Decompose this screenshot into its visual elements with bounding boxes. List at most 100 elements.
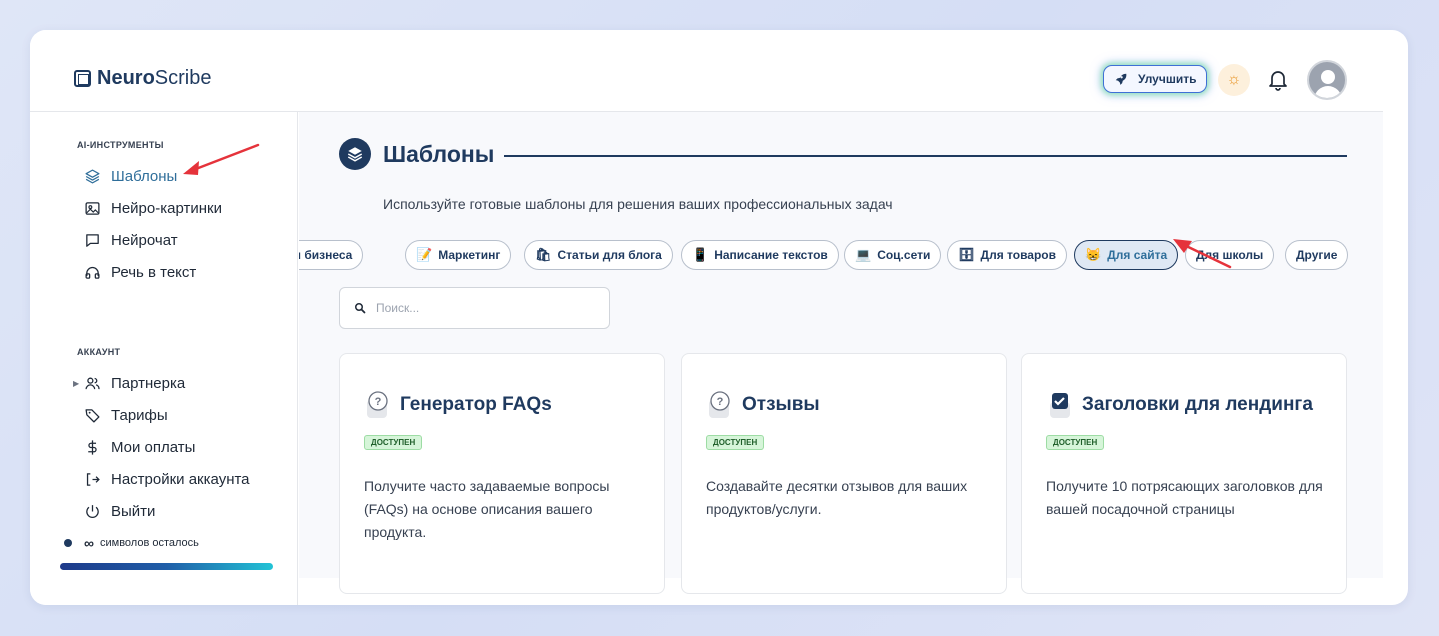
sidebar-item-account-settings[interactable]: Настройки аккаунта	[83, 470, 250, 488]
sun-icon: ☼	[1226, 71, 1242, 88]
card-description: Получите 10 потрясающих заголовков для в…	[1046, 478, 1323, 517]
chip-marketing[interactable]: 📝 Маркетинг	[405, 240, 512, 270]
avatar-icon	[1321, 70, 1335, 84]
card-title: Заголовки для лендинга	[1082, 394, 1313, 415]
category-chips: я бизнеса 📝 Маркетинг 🛍 Статьи для блога…	[299, 240, 1383, 272]
card-title-row: ? Отзывы	[706, 390, 820, 420]
chat-icon	[83, 231, 101, 249]
logo-icon	[74, 70, 91, 87]
sidebar-item-label: Речь в текст	[111, 263, 197, 281]
sidebar-item-label: Нейрочат	[111, 231, 178, 249]
chip-school[interactable]: Для школы	[1185, 240, 1275, 270]
top-bar: NeuroScribe Улучшить ☼	[30, 30, 1383, 112]
chip-label: Другие	[1296, 248, 1338, 262]
chip-label: Написание текстов	[714, 248, 828, 262]
card-description: Создавайте десятки отзывов для ваших про…	[706, 478, 968, 517]
upgrade-label: Улучшить	[1138, 72, 1197, 86]
chip-website[interactable]: 😸 Для сайта	[1074, 240, 1179, 270]
status-dot	[64, 539, 72, 547]
cabinet-icon: 🗄	[958, 247, 975, 262]
sidebar-item-templates[interactable]: Шаблоны	[83, 167, 177, 185]
caret-right-icon: ▶	[73, 378, 80, 388]
sidebar-item-tariffs[interactable]: Тарифы	[83, 406, 168, 424]
chip-other[interactable]: Другие	[1285, 240, 1349, 270]
shopping-bags-icon: 🛍	[535, 247, 552, 262]
search-box[interactable]	[339, 287, 610, 329]
section-title-tools: AI-ИНСТРУМЕНТЫ	[77, 140, 164, 150]
power-icon	[83, 502, 101, 520]
theme-toggle-button[interactable]: ☼	[1218, 64, 1250, 96]
chip-label: Маркетинг	[438, 248, 501, 262]
bell-icon	[1269, 71, 1287, 91]
chip-products[interactable]: 🗄 Для товаров	[947, 240, 1068, 270]
notifications-button[interactable]	[1266, 67, 1290, 93]
chars-remaining: ∞ символов осталось	[64, 535, 199, 551]
brand-name-strong: Neuro	[97, 67, 155, 89]
phone-icon: 📱	[692, 247, 709, 262]
chip-business[interactable]: я бизнеса	[299, 240, 364, 270]
status-badge: ДОСТУПЕН	[706, 435, 765, 450]
upgrade-button[interactable]: Улучшить	[1103, 65, 1208, 93]
template-card-landing-headlines[interactable]: Заголовки для лендинга ДОСТУПЕН Получите…	[1021, 353, 1347, 594]
sidebar-item-label: Мои оплаты	[111, 438, 196, 456]
chip-label: Для школы	[1196, 248, 1264, 262]
brand-name-light: Scribe	[154, 67, 212, 89]
chip-label: Для сайта	[1107, 248, 1168, 262]
image-icon	[83, 199, 101, 217]
chip-social[interactable]: 💻 Соц.сети	[844, 240, 942, 270]
page-header: Шаблоны	[339, 138, 1347, 170]
card-title: Генератор FAQs	[400, 394, 552, 415]
svg-text:?: ?	[717, 396, 724, 408]
chars-infinity: ∞	[84, 535, 94, 551]
svg-text:?: ?	[375, 396, 382, 408]
search-input[interactable]	[376, 301, 596, 315]
template-card-reviews[interactable]: ? Отзывы ДОСТУПЕН Создавайте десятки отз…	[681, 353, 1007, 594]
card-title: Отзывы	[742, 394, 820, 415]
sidebar-item-label: Настройки аккаунта	[111, 470, 250, 488]
rocket-icon	[1115, 73, 1127, 85]
cat-face-icon: 😸	[1085, 247, 1102, 262]
sidebar-item-label: Выйти	[111, 502, 156, 520]
section-title-account: АККАУНТ	[77, 347, 121, 357]
user-avatar[interactable]	[1307, 60, 1347, 100]
sidebar-item-payments[interactable]: Мои оплаты	[83, 438, 195, 456]
memo-icon: 📝	[416, 247, 433, 262]
page-title: Шаблоны	[383, 140, 495, 167]
chars-remaining-label: символов осталось	[99, 537, 199, 549]
sidebar-item-neuro-images[interactable]: Нейро-картинки	[83, 199, 222, 217]
chip-blog-articles[interactable]: 🛍 Статьи для блога	[524, 240, 673, 270]
sidebar-item-label: Тарифы	[111, 406, 168, 424]
users-icon	[83, 374, 101, 392]
sidebar-item-partners[interactable]: ▶ Партнерка	[73, 374, 186, 392]
chip-copywriting[interactable]: 📱 Написание текстов	[681, 240, 839, 270]
sidebar-item-speech-to-text[interactable]: Речь в текст	[83, 263, 196, 281]
dollar-icon	[83, 438, 101, 456]
sidebar-item-label: Нейро-картинки	[111, 199, 222, 217]
sidebar: AI-ИНСТРУМЕНТЫ Шаблоны Нейро-картинки Не…	[30, 112, 298, 605]
checkbox-icon	[1046, 390, 1074, 420]
sidebar-item-label: Партнерка	[111, 374, 186, 392]
headphones-icon	[83, 263, 101, 281]
avatar-body	[1314, 86, 1342, 98]
question-bubble-icon: ?	[364, 390, 392, 420]
sidebar-item-logout[interactable]: Выйти	[83, 502, 155, 520]
main-content: Шаблоны Используйте готовые шаблоны для …	[299, 112, 1383, 594]
app-window: NeuroScribe Улучшить ☼ AI-ИНСТРУМЕНТЫ Ша…	[30, 30, 1408, 605]
chip-label: я бизнеса	[299, 248, 353, 262]
card-title-row: Заголовки для лендинга	[1046, 390, 1313, 420]
sidebar-item-neurochat[interactable]: Нейрочат	[83, 231, 178, 249]
card-title-row: ? Генератор FAQs	[364, 390, 552, 420]
title-divider	[504, 155, 1347, 157]
chip-label: Соц.сети	[877, 248, 931, 262]
status-badge: ДОСТУПЕН	[364, 435, 423, 450]
chip-label: Статьи для блога	[557, 248, 662, 262]
status-badge: ДОСТУПЕН	[1046, 435, 1105, 450]
page-subtitle: Используйте готовые шаблоны для решения …	[383, 196, 893, 212]
login-icon	[83, 470, 101, 488]
template-card-faq[interactable]: ? Генератор FAQs ДОСТУПЕН Получите часто…	[339, 353, 665, 594]
logo[interactable]: NeuroScribe	[74, 67, 212, 90]
layers-icon	[83, 167, 101, 185]
question-bubble-icon: ?	[706, 390, 734, 420]
sidebar-item-label: Шаблоны	[111, 167, 178, 185]
chip-label: Для товаров	[980, 248, 1057, 262]
